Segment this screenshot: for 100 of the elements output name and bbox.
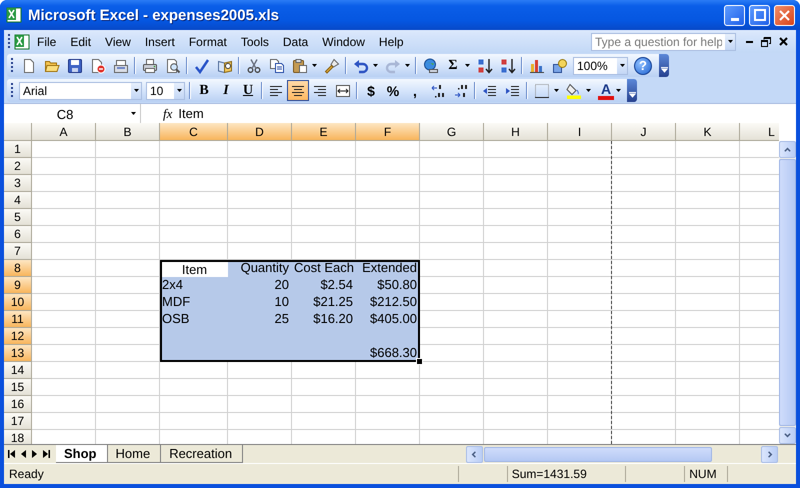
- scrollbar-thumb[interactable]: [484, 446, 712, 462]
- formula-field[interactable]: Item: [178, 104, 796, 123]
- scroll-up-button[interactable]: [779, 141, 796, 158]
- menu-item[interactable]: Data: [276, 32, 316, 50]
- name-box[interactable]: C8: [4, 104, 126, 125]
- email-icon[interactable]: [112, 58, 128, 74]
- row-header[interactable]: 2: [4, 158, 32, 175]
- underline-button[interactable]: U: [237, 80, 259, 100]
- first-sheet-icon[interactable]: [8, 450, 15, 458]
- menu-item[interactable]: Edit: [63, 32, 98, 50]
- maximize-button[interactable]: [749, 4, 770, 26]
- row-header[interactable]: 5: [4, 209, 32, 226]
- dropdown-arrow-icon[interactable]: [586, 89, 591, 92]
- printer-icon[interactable]: [142, 58, 158, 74]
- borders-icon[interactable]: [534, 82, 550, 98]
- dropdown-arrow-icon[interactable]: [616, 89, 621, 92]
- dropdown-arrow-icon[interactable]: [465, 64, 470, 67]
- row-header[interactable]: 17: [4, 413, 32, 430]
- clipboard-icon[interactable]: [292, 58, 308, 74]
- next-sheet-icon[interactable]: [32, 450, 37, 458]
- menu-item[interactable]: File: [30, 32, 64, 50]
- row-header[interactable]: 13: [4, 345, 32, 362]
- row-header[interactable]: 4: [4, 192, 32, 209]
- column-header[interactable]: C: [160, 123, 228, 141]
- spreadsheet-icon[interactable]: [14, 34, 30, 50]
- sheet-tab[interactable]: Home: [108, 445, 162, 463]
- row-header[interactable]: 6: [4, 226, 32, 243]
- row-header[interactable]: 14: [4, 362, 32, 379]
- minimize-button[interactable]: [724, 4, 745, 26]
- column-header[interactable]: D: [228, 123, 292, 141]
- column-header[interactable]: F: [356, 123, 420, 141]
- dropdown-button[interactable]: [126, 104, 140, 123]
- menu-item[interactable]: Format: [182, 32, 234, 50]
- insert-function-button[interactable]: fx: [141, 104, 178, 123]
- menu-item[interactable]: Insert: [138, 32, 182, 50]
- row-header[interactable]: 9: [4, 277, 32, 294]
- toolbar-options-button[interactable]: [659, 54, 669, 77]
- sort-descending-icon[interactable]: [500, 58, 516, 74]
- column-header[interactable]: H: [484, 123, 548, 141]
- menu-item[interactable]: Help: [372, 32, 411, 50]
- toolbar-options-button[interactable]: [627, 79, 637, 102]
- paint-bucket-icon[interactable]: [566, 82, 582, 98]
- fill-handle[interactable]: [416, 358, 423, 365]
- scroll-left-button[interactable]: [466, 446, 483, 462]
- increase-decimal-icon[interactable]: [430, 82, 446, 98]
- decrease-decimal-icon[interactable]: [452, 82, 468, 98]
- minimize-icon[interactable]: [746, 40, 753, 42]
- bold-button[interactable]: B: [193, 80, 215, 100]
- scissors-icon[interactable]: [246, 58, 262, 74]
- row-header[interactable]: 16: [4, 396, 32, 413]
- spell-check-icon[interactable]: [194, 58, 210, 74]
- row-header[interactable]: 7: [4, 243, 32, 260]
- close-icon[interactable]: [779, 37, 788, 46]
- close-button[interactable]: [774, 4, 795, 26]
- copy-icon[interactable]: [268, 58, 284, 74]
- dropdown-arrow-icon[interactable]: [130, 112, 136, 115]
- dropdown-arrow-icon[interactable]: [554, 89, 559, 92]
- column-header[interactable]: K: [676, 123, 740, 141]
- sheet-tab[interactable]: Shop: [56, 445, 108, 463]
- row-header[interactable]: 1: [4, 141, 32, 158]
- undo-icon[interactable]: [352, 58, 368, 74]
- sheet-tab[interactable]: Recreation: [161, 445, 244, 463]
- last-sheet-icon[interactable]: [43, 450, 50, 458]
- previous-sheet-icon[interactable]: [21, 450, 26, 458]
- row-header[interactable]: 12: [4, 328, 32, 345]
- scrollbar-thumb[interactable]: [779, 159, 796, 426]
- row-header[interactable]: 3: [4, 175, 32, 192]
- column-header[interactable]: G: [420, 123, 484, 141]
- column-header[interactable]: E: [292, 123, 356, 141]
- scroll-right-button[interactable]: [761, 446, 778, 462]
- row-header[interactable]: 15: [4, 379, 32, 396]
- scroll-down-button[interactable]: [779, 427, 796, 444]
- column-header[interactable]: L: [740, 123, 779, 141]
- row-header[interactable]: 11: [4, 311, 32, 328]
- autosum-button[interactable]: Σ: [442, 56, 464, 76]
- dropdown-arrow-icon[interactable]: [405, 64, 410, 67]
- font-color-button[interactable]: A: [598, 82, 614, 100]
- align-center-button[interactable]: [287, 80, 309, 101]
- menu-item[interactable]: Tools: [234, 32, 276, 50]
- italic-button[interactable]: I: [215, 80, 237, 100]
- row-header[interactable]: 10: [4, 294, 32, 311]
- row-header[interactable]: 18: [4, 430, 32, 444]
- print-preview-icon[interactable]: [164, 58, 180, 74]
- row-header[interactable]: 8: [4, 260, 32, 277]
- bar-chart-icon[interactable]: [528, 58, 544, 74]
- drawing-icon[interactable]: [552, 58, 568, 74]
- column-header[interactable]: B: [96, 123, 160, 141]
- paintbrush-icon[interactable]: [324, 58, 340, 74]
- column-header[interactable]: A: [32, 123, 96, 141]
- percent-button[interactable]: %: [382, 80, 404, 100]
- restore-icon[interactable]: [761, 36, 771, 46]
- column-header[interactable]: J: [612, 123, 676, 141]
- permission-icon[interactable]: [90, 58, 106, 74]
- save-icon[interactable]: [66, 58, 82, 74]
- merge-center-icon[interactable]: [334, 82, 350, 98]
- sort-ascending-icon[interactable]: [476, 58, 492, 74]
- comma-style-button[interactable]: ,: [404, 80, 426, 100]
- menu-item[interactable]: View: [98, 32, 138, 50]
- dropdown-arrow-icon[interactable]: [312, 64, 317, 67]
- menu-item[interactable]: Window: [315, 32, 372, 50]
